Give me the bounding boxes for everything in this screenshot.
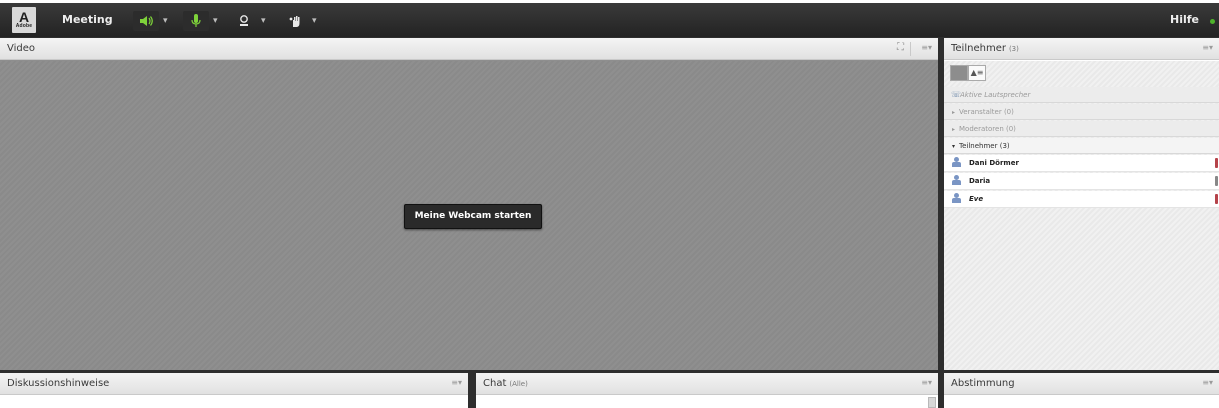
poll-pod-title: Abstimmung — [951, 378, 1015, 389]
category-presenters[interactable]: ▸ Moderatoren (0) — [944, 121, 1219, 137]
logo-mark: A — [18, 9, 30, 25]
webcam-icon[interactable] — [231, 11, 257, 31]
top-menu-bar: A Adobe Meeting ▾ ▾ ▾ ▾ Hilfe — [0, 3, 1219, 37]
attendee-row[interactable]: Daria — [944, 173, 1219, 190]
chat-pod-menu-icon[interactable]: ≡▾ — [921, 378, 932, 387]
video-pod-header: Video ⛶ ≡▾ — [0, 38, 938, 60]
collapse-arrow-icon[interactable]: ▾ — [952, 143, 955, 150]
notes-pod: Diskussionshinweise ≡▾ — [0, 373, 468, 408]
raise-hand-icon[interactable] — [282, 11, 308, 31]
connection-status-icon — [1210, 19, 1215, 24]
logo-sub: Adobe — [15, 23, 33, 29]
attendee-row[interactable]: Eve — [944, 191, 1219, 208]
chat-pod-header: Chat (Alle) ≡▾ — [476, 373, 938, 395]
notes-pod-title: Diskussionshinweise — [7, 378, 110, 389]
help-menu[interactable]: Hilfe — [1170, 13, 1199, 26]
attendees-pod-title: Teilnehmer — [951, 43, 1006, 54]
person-icon — [952, 157, 961, 168]
microphone-dropdown-icon[interactable]: ▾ — [213, 16, 218, 26]
mic-status-icon — [1215, 194, 1218, 204]
category-participants[interactable]: ▾ Teilnehmer (3) — [944, 138, 1219, 154]
video-pod: Video ⛶ ≡▾ Meine Webcam starten — [0, 38, 938, 370]
microphone-control[interactable]: ▾ — [183, 11, 218, 31]
expand-arrow-icon[interactable]: ▸ — [952, 126, 955, 133]
microphone-icon[interactable] — [183, 11, 209, 31]
chat-pod-title: Chat — [483, 378, 507, 389]
notes-pod-menu-icon[interactable]: ≡▾ — [451, 378, 462, 387]
speaker-dropdown-icon[interactable]: ▾ — [163, 16, 168, 26]
active-speakers-row: ☏ Aktive Lautsprecher — [944, 87, 1219, 103]
category-label: Moderatoren (0) — [959, 125, 1016, 133]
attendees-pod-menu-icon[interactable]: ≡▾ — [1202, 43, 1213, 52]
video-pod-title: Video — [7, 43, 36, 54]
attendee-name: Eve — [969, 195, 984, 203]
raise-hand-control[interactable]: ▾ — [282, 11, 317, 31]
attendee-name: Daria — [969, 177, 991, 185]
chat-pod: Chat (Alle) ≡▾ — [476, 373, 938, 408]
list-view-icon[interactable] — [950, 65, 968, 81]
poll-pod-menu-icon[interactable]: ≡▾ — [1202, 378, 1213, 387]
active-speakers-label: Aktive Lautsprecher — [960, 91, 1031, 99]
mic-status-icon — [1215, 158, 1218, 168]
attendees-list-area: ▲≡ ☏ Aktive Lautsprecher ▸ Veranstalter (… — [944, 61, 1219, 370]
poll-pod-header: Abstimmung ≡▾ — [944, 373, 1219, 395]
adobe-logo[interactable]: A Adobe — [12, 7, 36, 33]
webcam-control[interactable]: ▾ — [231, 11, 266, 31]
attendees-pod: Teilnehmer (3) ≡▾ ▲≡ ☏ Aktive Lautspreche… — [944, 38, 1219, 370]
person-icon — [952, 175, 961, 186]
fullscreen-icon[interactable]: ⛶ — [897, 42, 904, 53]
attendee-view-icon[interactable]: ▲≡ — [968, 65, 986, 81]
poll-pod: Abstimmung ≡▾ — [944, 373, 1219, 408]
speaker-control[interactable]: ▾ — [133, 11, 168, 31]
attendee-count: (3) — [1008, 45, 1019, 53]
attendees-pod-header: Teilnehmer (3) ≡▾ — [944, 38, 1219, 60]
video-pod-menu-icon[interactable]: ≡▾ — [921, 43, 932, 52]
person-icon — [952, 193, 961, 204]
notes-pod-header: Diskussionshinweise ≡▾ — [0, 373, 468, 395]
start-webcam-button[interactable]: Meine Webcam starten — [404, 204, 542, 229]
category-hosts[interactable]: ▸ Veranstalter (0) — [944, 104, 1219, 120]
view-toggle[interactable]: ▲≡ — [950, 65, 986, 81]
webcam-dropdown-icon[interactable]: ▾ — [261, 16, 266, 26]
chat-scrollbar[interactable] — [928, 397, 936, 408]
header-separator — [910, 42, 911, 56]
speaker-phone-icon: ☏ — [951, 90, 962, 99]
chat-scope[interactable]: (Alle) — [509, 380, 527, 388]
expand-arrow-icon[interactable]: ▸ — [952, 109, 955, 116]
mic-status-icon — [1215, 176, 1218, 186]
raise-hand-dropdown-icon[interactable]: ▾ — [312, 16, 317, 26]
meeting-menu[interactable]: Meeting — [62, 13, 113, 26]
category-label: Veranstalter (0) — [959, 108, 1014, 116]
category-label: Teilnehmer (3) — [959, 142, 1010, 150]
attendee-name: Dani Dörmer — [969, 159, 1019, 167]
speaker-icon[interactable] — [133, 11, 159, 31]
attendee-row[interactable]: Dani Dörmer — [944, 155, 1219, 172]
bottom-divider[interactable] — [468, 373, 476, 408]
